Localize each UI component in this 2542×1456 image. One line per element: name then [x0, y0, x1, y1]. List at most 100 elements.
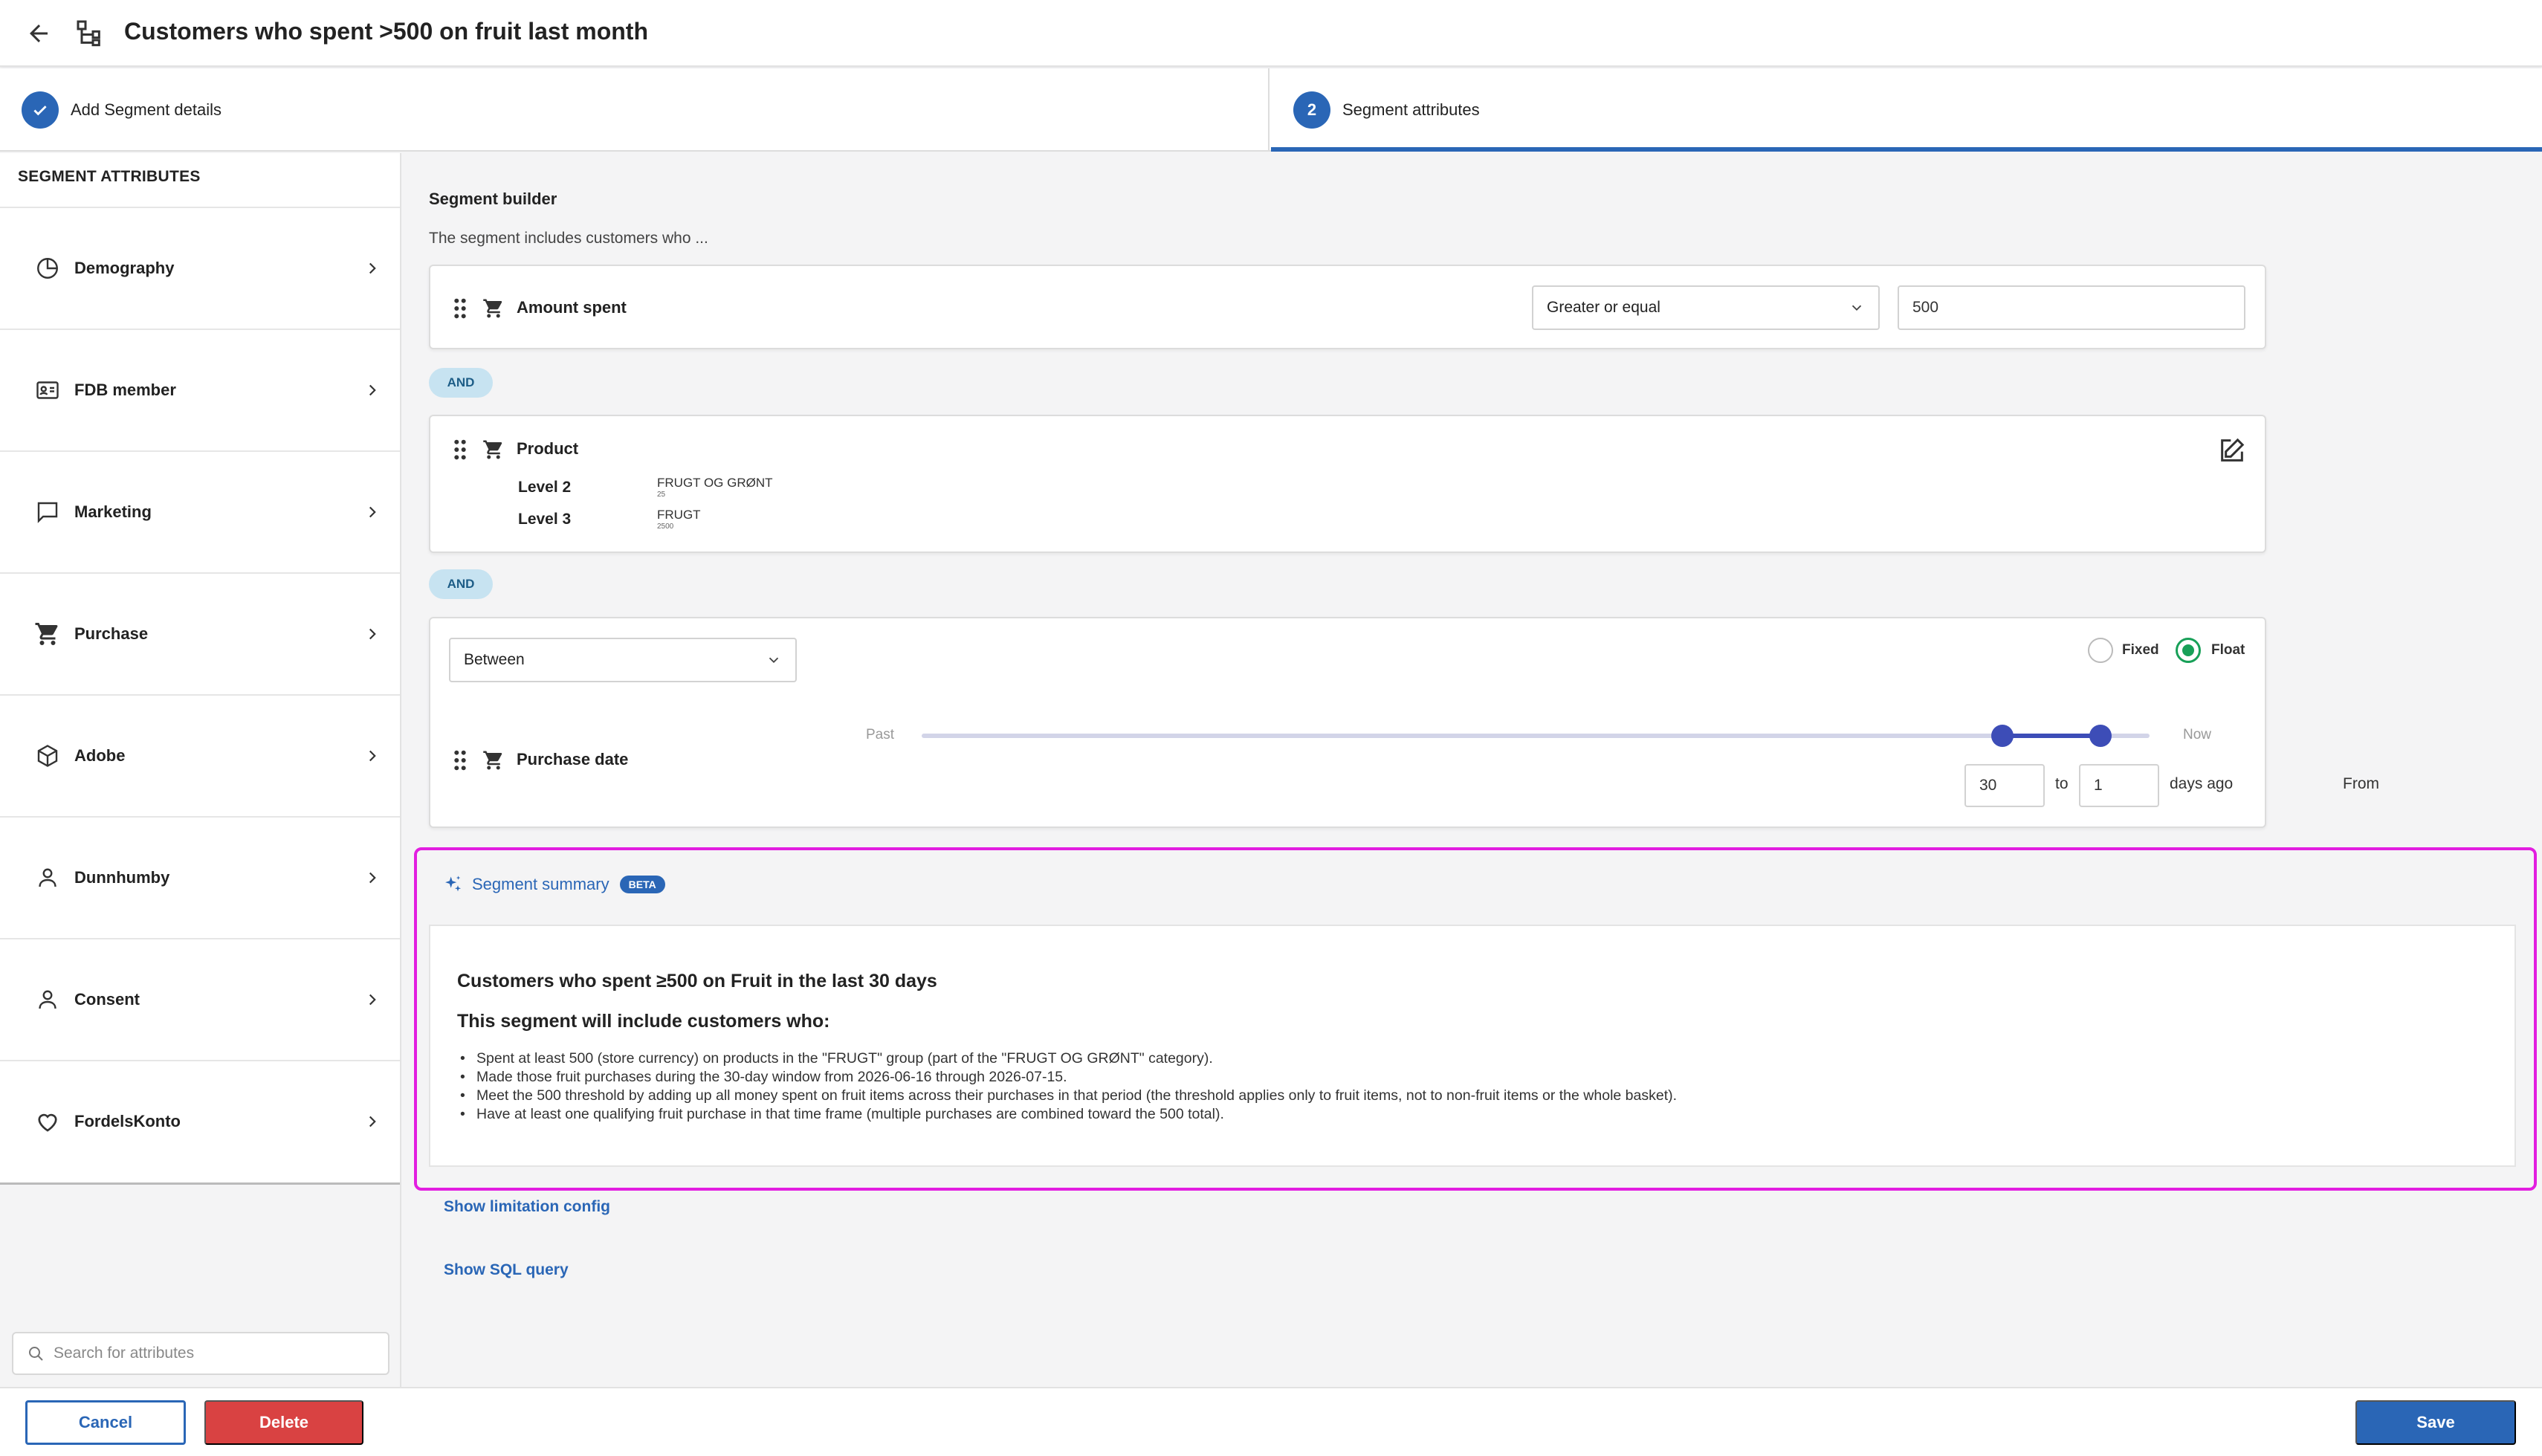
date-range-slider-track[interactable]: [922, 734, 2150, 738]
drag-handle-icon[interactable]: [453, 297, 468, 320]
days-ago-label: days ago: [2170, 775, 2234, 792]
condition-label: Amount spent: [517, 298, 627, 317]
level-label: Level 3: [518, 511, 572, 528]
segment-summary-content: Customers who spent ≥500 on Fruit in the…: [429, 925, 2516, 1167]
cart-icon: [483, 299, 502, 318]
sparkle-icon: [445, 876, 462, 892]
back-arrow-icon[interactable]: [25, 20, 52, 47]
checkmark-icon: [33, 106, 47, 116]
step-add-segment-details[interactable]: Add Segment details: [0, 68, 1270, 152]
range-type-value: Between: [464, 651, 525, 668]
operator-value: Greater or equal: [1547, 299, 1660, 316]
level-code: 2500: [657, 522, 674, 531]
summary-subheading: This segment will include customers who:: [457, 1011, 830, 1032]
date-range-type-select[interactable]: Between: [449, 638, 797, 682]
chevron-down-icon: [769, 657, 779, 664]
to-label: to: [2055, 775, 2069, 792]
person-icon: [39, 868, 56, 887]
product-condition: Product Level 2 FRUGT OG GRØNT 25 Level …: [429, 415, 2266, 553]
step-complete-indicator: [22, 91, 59, 129]
sidebar-item-fordelskonto[interactable]: FordelsKonto: [0, 1060, 400, 1182]
top-bar: Customers who spent >500 on fruit last m…: [0, 0, 2542, 67]
chevron-right-icon: [369, 750, 376, 762]
condition-label: Product: [517, 439, 579, 458]
step-segment-attributes[interactable]: 2 Segment attributes: [1271, 68, 2542, 152]
segment-summary-tab[interactable]: Segment summary BETA: [429, 862, 714, 907]
cancel-button[interactable]: Cancel: [25, 1400, 186, 1445]
segment-tree-icon: [77, 20, 100, 47]
amount-input[interactable]: 500: [1898, 285, 2245, 330]
chevron-right-icon: [369, 1116, 376, 1127]
stepper: Add Segment details 2 Segment attributes: [0, 68, 2542, 152]
message-icon: [37, 502, 58, 523]
drag-handle-icon[interactable]: [453, 439, 468, 461]
date-range-slider-fill: [2002, 734, 2100, 738]
segment-builder-subtitle: The segment includes customers who ...: [429, 230, 708, 247]
to-days-input[interactable]: 1: [2079, 764, 2159, 807]
sidebar-item-fdb-member[interactable]: FDB member: [0, 329, 400, 450]
sidebar-item-consent[interactable]: Consent: [0, 938, 400, 1060]
segment-builder-title: Segment builder: [429, 190, 557, 208]
and-operator-badge[interactable]: AND: [429, 368, 493, 398]
sidebar-item-demography[interactable]: Demography: [0, 207, 400, 329]
heart-icon: [38, 1113, 57, 1132]
fixed-radio-label: Fixed: [2122, 642, 2159, 658]
step-label: Segment attributes: [1342, 100, 1480, 119]
slider-now-label: Now: [2183, 727, 2212, 742]
sidebar-heading: SEGMENT ATTRIBUTES: [18, 168, 201, 185]
sidebar-item-dunnhumby[interactable]: Dunnhumby: [0, 816, 400, 938]
sidebar-item-label: Demography: [74, 259, 175, 277]
amount-spent-condition: Amount spent Greater or equal 500: [429, 265, 2266, 349]
level-value: FRUGT OG GRØNT: [657, 476, 773, 490]
cart-icon: [483, 440, 502, 459]
summary-bullet: Made those fruit purchases during the 30…: [457, 1068, 1677, 1087]
slider-from-handle[interactable]: [1990, 725, 2014, 747]
operator-select[interactable]: Greater or equal: [1532, 285, 1880, 330]
drag-handle-icon[interactable]: [453, 749, 468, 771]
slider-to-handle[interactable]: [2089, 725, 2112, 747]
person-icon: [39, 990, 56, 1009]
sidebar-item-label: Adobe: [74, 746, 126, 765]
float-radio[interactable]: [2176, 638, 2201, 663]
summary-heading: Customers who spent ≥500 on Fruit in the…: [457, 971, 937, 991]
from-days-input[interactable]: 30: [1964, 764, 2045, 807]
save-button[interactable]: Save: [2355, 1400, 2516, 1445]
sidebar-item-label: FordelsKonto: [74, 1112, 181, 1130]
search-icon: [29, 1347, 43, 1361]
level-label: Level 2: [518, 479, 572, 496]
sidebar-item-purchase[interactable]: Purchase: [0, 572, 400, 694]
chevron-right-icon: [369, 506, 376, 518]
attribute-search[interactable]: [12, 1332, 389, 1375]
cart-icon: [483, 751, 502, 770]
and-operator-badge[interactable]: AND: [429, 569, 493, 599]
chevron-down-icon: [1851, 305, 1862, 311]
sidebar: SEGMENT ATTRIBUTES Demography FDB member…: [0, 153, 401, 1387]
sidebar-item-label: FDB member: [74, 381, 176, 399]
fixed-radio[interactable]: [2088, 638, 2113, 663]
id-card-icon: [36, 381, 59, 399]
chevron-right-icon: [369, 262, 376, 274]
from-label: From: [2343, 775, 2379, 792]
active-step-underline: [1271, 147, 2542, 152]
beta-badge: BETA: [619, 876, 665, 893]
page-title: Customers who spent >500 on fruit last m…: [124, 18, 648, 45]
sidebar-item-adobe[interactable]: Adobe: [0, 694, 400, 816]
summary-tab-label: Segment summary: [472, 875, 609, 893]
summary-bullet-list: Spent at least 500 (store currency) on p…: [457, 1049, 1677, 1124]
chevron-right-icon: [369, 628, 376, 640]
summary-bullet: Have at least one qualifying fruit purch…: [457, 1105, 1677, 1124]
cube-icon: [37, 745, 58, 767]
search-input[interactable]: [54, 1345, 366, 1362]
footer-actions: Cancel Delete Save: [0, 1387, 2542, 1456]
condition-label: Purchase date: [517, 750, 629, 769]
purchase-date-condition: Between Fixed Float Purchase date From 3…: [429, 617, 2379, 828]
step-label: Add Segment details: [71, 100, 222, 119]
delete-button[interactable]: Delete: [204, 1400, 363, 1445]
edit-icon[interactable]: [2217, 436, 2247, 465]
pie-chart-icon: [37, 258, 58, 279]
show-sql-query-link[interactable]: Show SQL query: [444, 1261, 569, 1279]
sidebar-item-label: Consent: [74, 990, 140, 1009]
sidebar-item-marketing[interactable]: Marketing: [0, 450, 400, 572]
slider-past-label: Past: [866, 727, 895, 742]
show-limitation-config-link[interactable]: Show limitation config: [444, 1198, 610, 1216]
